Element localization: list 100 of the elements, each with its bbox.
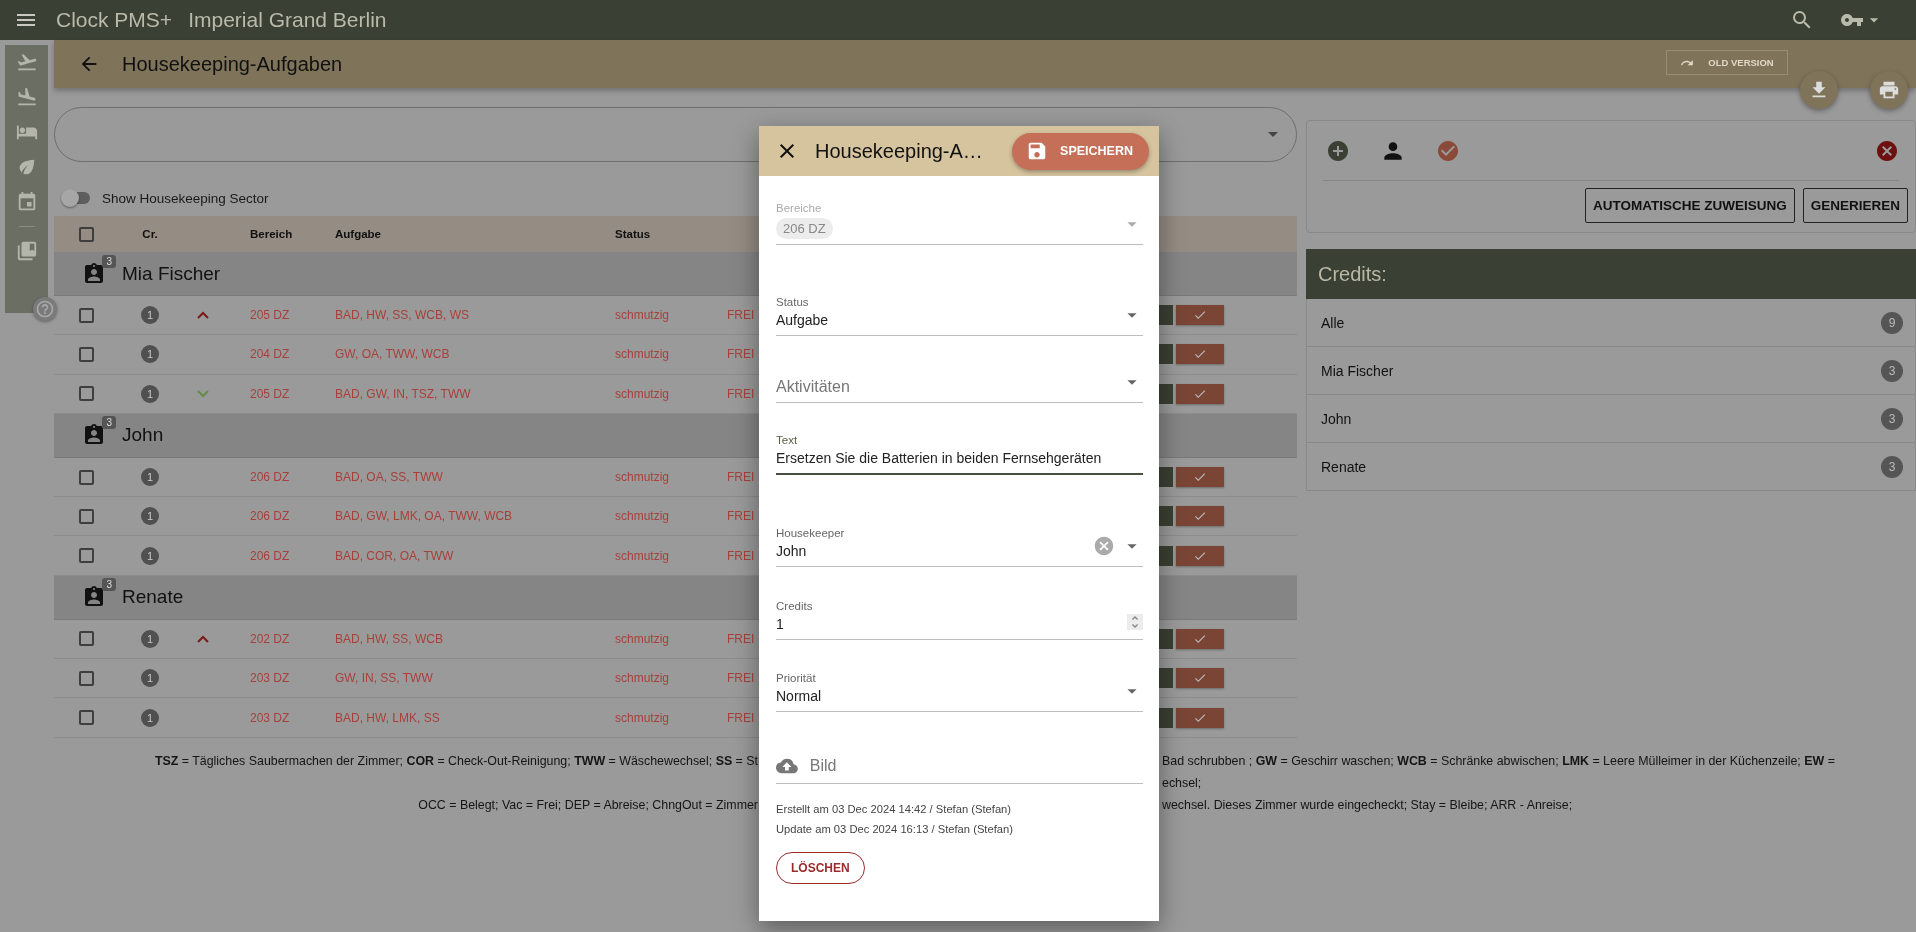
credits-list-item[interactable]: Mia Fischer 3 [1306, 347, 1916, 395]
toggle-switch[interactable] [64, 192, 90, 204]
housekeeper-name: Alle [1321, 314, 1345, 331]
page-title: Housekeeping-Aufgaben [122, 52, 343, 76]
housekeeper-name: Renate [122, 586, 184, 609]
table-cell-text: schmutzig [615, 548, 671, 563]
housekeeper-name: John [122, 424, 164, 447]
table-cell: FREI [727, 631, 755, 646]
table-cell-text: schmutzig [615, 308, 671, 323]
checkbox[interactable] [78, 670, 94, 686]
created-info: Erstellt am 03 Dec 2024 14:42 / Stefan (Stefan) [776, 802, 1013, 817]
stepper-icon[interactable] [1127, 614, 1143, 630]
field-label: Status [776, 295, 810, 310]
credits-badge: 1 [141, 669, 159, 688]
credits-badge: 1 [141, 345, 159, 364]
credits-badge: 1 [141, 708, 159, 727]
checkbox[interactable] [78, 710, 94, 725]
credits-badge: 1 [141, 546, 159, 565]
credits-list-item[interactable]: Renate 3 [1306, 443, 1916, 491]
count-badge: 3 [102, 416, 116, 430]
table-cell: FREI [727, 710, 755, 725]
updated-info: Update am 03 Dec 2024 16:13 / Stefan (Stefan) [776, 822, 1014, 837]
area-chip: 206 DZ [776, 218, 833, 239]
delete-button[interactable]: LÖSCHEN [776, 852, 865, 884]
table-cell-text: 205 DZ [250, 386, 291, 401]
add-icon[interactable] [1326, 138, 1350, 163]
clear-icon[interactable] [1093, 535, 1115, 557]
bookmarks-icon[interactable] [15, 240, 38, 262]
housekeeper-name: John [1321, 410, 1352, 427]
housekeeper-name: Mia Fischer [122, 262, 221, 285]
checkbox[interactable] [78, 386, 94, 402]
table-cell-text: schmutzig [615, 347, 671, 362]
field-label: Credits [776, 599, 814, 614]
table-cell-text: schmutzig [615, 671, 671, 686]
count-badge: 9 [1881, 311, 1903, 334]
select-field[interactable]: Aktivitäten [776, 377, 1121, 397]
credits-list-item[interactable]: John 3 [1306, 395, 1916, 443]
table-cell: FREI [727, 308, 755, 323]
help-button[interactable] [33, 297, 57, 321]
checkbox[interactable] [78, 631, 94, 647]
input-field[interactable]: Ersetzen Sie die Batterien in beiden Fernsehgeräten [776, 448, 1143, 468]
toggle-label: Show Housekeeping Sector [102, 190, 269, 206]
credits-title: Credits: [1306, 249, 1916, 299]
credits-badge: 1 [141, 306, 159, 325]
input-field[interactable]: 1 [776, 614, 1127, 634]
upload-field[interactable]: Bild [809, 756, 1143, 776]
table-cell-text: 203 DZ [250, 710, 291, 725]
table-cell-text: BAD, HW, SS, WCB, WS [335, 308, 470, 323]
credits-badge: 1 [141, 468, 159, 487]
auto-assign-button[interactable]: AUTOMATISCHE ZUWEISUNG [1584, 188, 1795, 223]
credits-list-item[interactable]: Alle 9 [1306, 299, 1916, 347]
table-cell: FREI [727, 548, 755, 563]
table-cell-text: BAD, GW, LMK, OA, TWW, WCB [335, 509, 514, 524]
check-circle-icon[interactable] [1436, 138, 1460, 163]
checkbox[interactable] [78, 346, 94, 362]
table-cell-text: BAD, COR, OA, TWW [335, 548, 455, 563]
field-label: Housekeeper [776, 526, 846, 541]
checkbox[interactable] [78, 548, 94, 564]
table-cell-text: schmutzig [615, 631, 671, 646]
legend-text: Bad schrubben ; GW = Geschirr waschen; WCB = Schränke abwischen; LMK = Leere Mülleimer in der Küchenzeile; EW = [1161, 754, 1835, 768]
checkbox[interactable] [78, 307, 94, 323]
hotel-name: Imperial Grand Berlin [188, 8, 387, 32]
count-badge: 3 [1881, 455, 1903, 478]
dialog-title: Housekeeping-A… [815, 139, 983, 163]
table-cell-text: BAD, HW, SS, WCB [335, 631, 444, 646]
column-header: Status [615, 228, 651, 240]
arrival-icon[interactable] [15, 86, 38, 108]
credits-badge: 1 [141, 384, 159, 403]
housekeeper-name: Mia Fischer [1321, 362, 1394, 379]
select-value: Normal [776, 687, 823, 706]
table-cell-text: 203 DZ [250, 671, 291, 686]
credits-badge: 1 [141, 507, 159, 526]
table-cell-text: schmutzig [615, 386, 671, 401]
table-cell: FREI [727, 347, 755, 362]
column-header: Aufgabe [335, 228, 381, 240]
field-label: Priorität [776, 671, 817, 686]
table-cell-text: GW, IN, SS, TWW [335, 671, 434, 686]
table-cell-text: BAD, HW, LMK, SS [335, 710, 441, 725]
table-cell: FREI [727, 509, 755, 524]
generate-button[interactable]: GENERIEREN [1802, 188, 1908, 223]
table-cell-text: 206 DZ [250, 509, 291, 524]
table-cell-text: 202 DZ [250, 631, 291, 646]
table-cell: FREI [727, 470, 755, 485]
print-button[interactable] [1870, 71, 1908, 109]
save-button[interactable]: SPEICHERN [1012, 132, 1149, 170]
field-label: Bereiche [776, 201, 823, 216]
count-badge: 3 [1881, 407, 1903, 430]
credits-badge: 1 [141, 629, 159, 648]
table-cell-text: 204 DZ [250, 347, 291, 362]
departure-icon[interactable] [15, 51, 38, 73]
download-button[interactable] [1800, 71, 1838, 109]
checkbox[interactable] [78, 469, 94, 485]
legend-text: wechsel. Dieses Zimmer wurde eingecheckt; Stay = Bleibe; ARR - Anreise; [1161, 798, 1573, 812]
legend-text: TSZ = Tägliches Saubermachen der Zimmer; COR = Check-Out-Reinigung; TWW = Wäschewechsel; SS = St [154, 754, 758, 768]
checkbox[interactable] [78, 226, 94, 242]
table-cell-text: schmutzig [615, 710, 671, 725]
select-value: John [776, 542, 808, 561]
count-badge: 3 [102, 578, 116, 592]
checkbox[interactable] [78, 508, 94, 524]
count-badge: 3 [102, 254, 116, 268]
